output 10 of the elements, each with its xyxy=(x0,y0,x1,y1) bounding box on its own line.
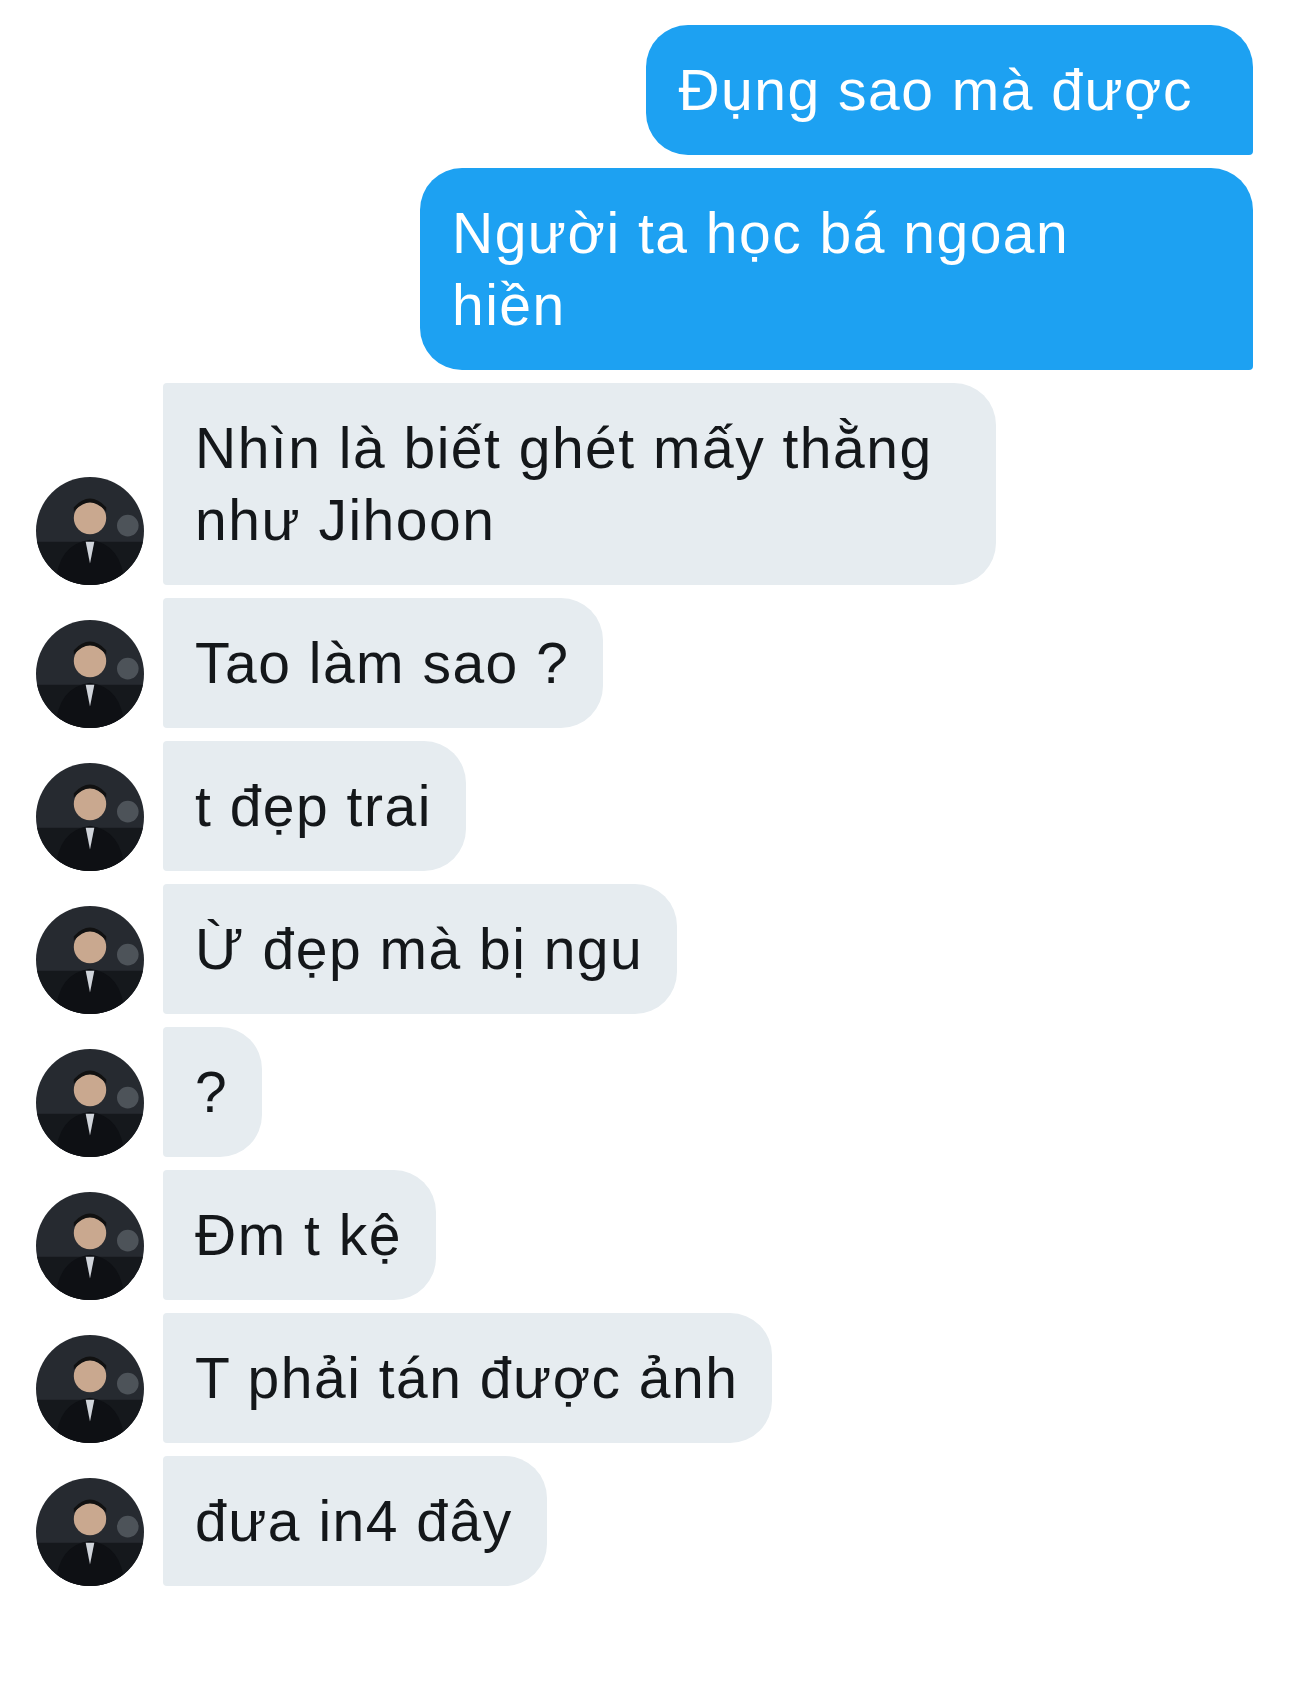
message-bubble: Nhìn là biết ghét mấy thằng như Jihoon xyxy=(163,383,996,585)
message-bubble: Người ta học bá ngoan hiền xyxy=(420,168,1253,370)
message-bubble: Đụng sao mà được xyxy=(646,25,1253,155)
message-bubble: Tao làm sao ? xyxy=(163,598,604,728)
message-bubble: Đm t kệ xyxy=(163,1170,436,1300)
message-bubble: ? xyxy=(163,1027,263,1157)
message-bubble: T phải tán được ảnh xyxy=(163,1313,773,1443)
message-bubble: Ừ đẹp mà bị ngu xyxy=(163,884,678,1014)
message-bubble: t đẹp trai xyxy=(163,741,466,871)
message-bubble: đưa in4 đây xyxy=(163,1456,547,1586)
